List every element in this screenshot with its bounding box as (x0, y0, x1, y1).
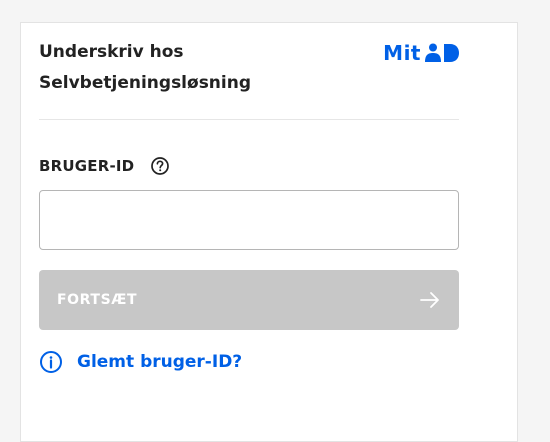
info-circle-icon (40, 351, 62, 373)
title-line-1: Underskriv hos (39, 42, 184, 62)
question-circle-icon[interactable] (150, 156, 170, 176)
user-id-label-row: BRUGER-ID (39, 155, 170, 177)
continue-button[interactable]: FORTSÆT (39, 270, 459, 330)
user-id-input[interactable] (39, 190, 459, 250)
forgot-user-id-link-row[interactable]: Glemt bruger-ID? (39, 349, 242, 375)
mitid-person-icon (425, 43, 459, 62)
header-divider (39, 119, 459, 120)
page-title: Underskriv hos Selvbetjeningsløsning (39, 37, 339, 99)
forgot-user-id-link[interactable]: Glemt bruger-ID? (77, 352, 242, 372)
arrow-right-icon (420, 292, 439, 308)
logo-text: Mit (383, 41, 421, 65)
mitid-logo: Mit (383, 42, 459, 64)
card-header: Underskriv hos Selvbetjeningsløsning Mit (39, 37, 459, 119)
user-id-label: BRUGER-ID (39, 157, 135, 175)
continue-button-label: FORTSÆT (57, 292, 138, 308)
title-line-2: Selvbetjeningsløsning (39, 73, 252, 93)
